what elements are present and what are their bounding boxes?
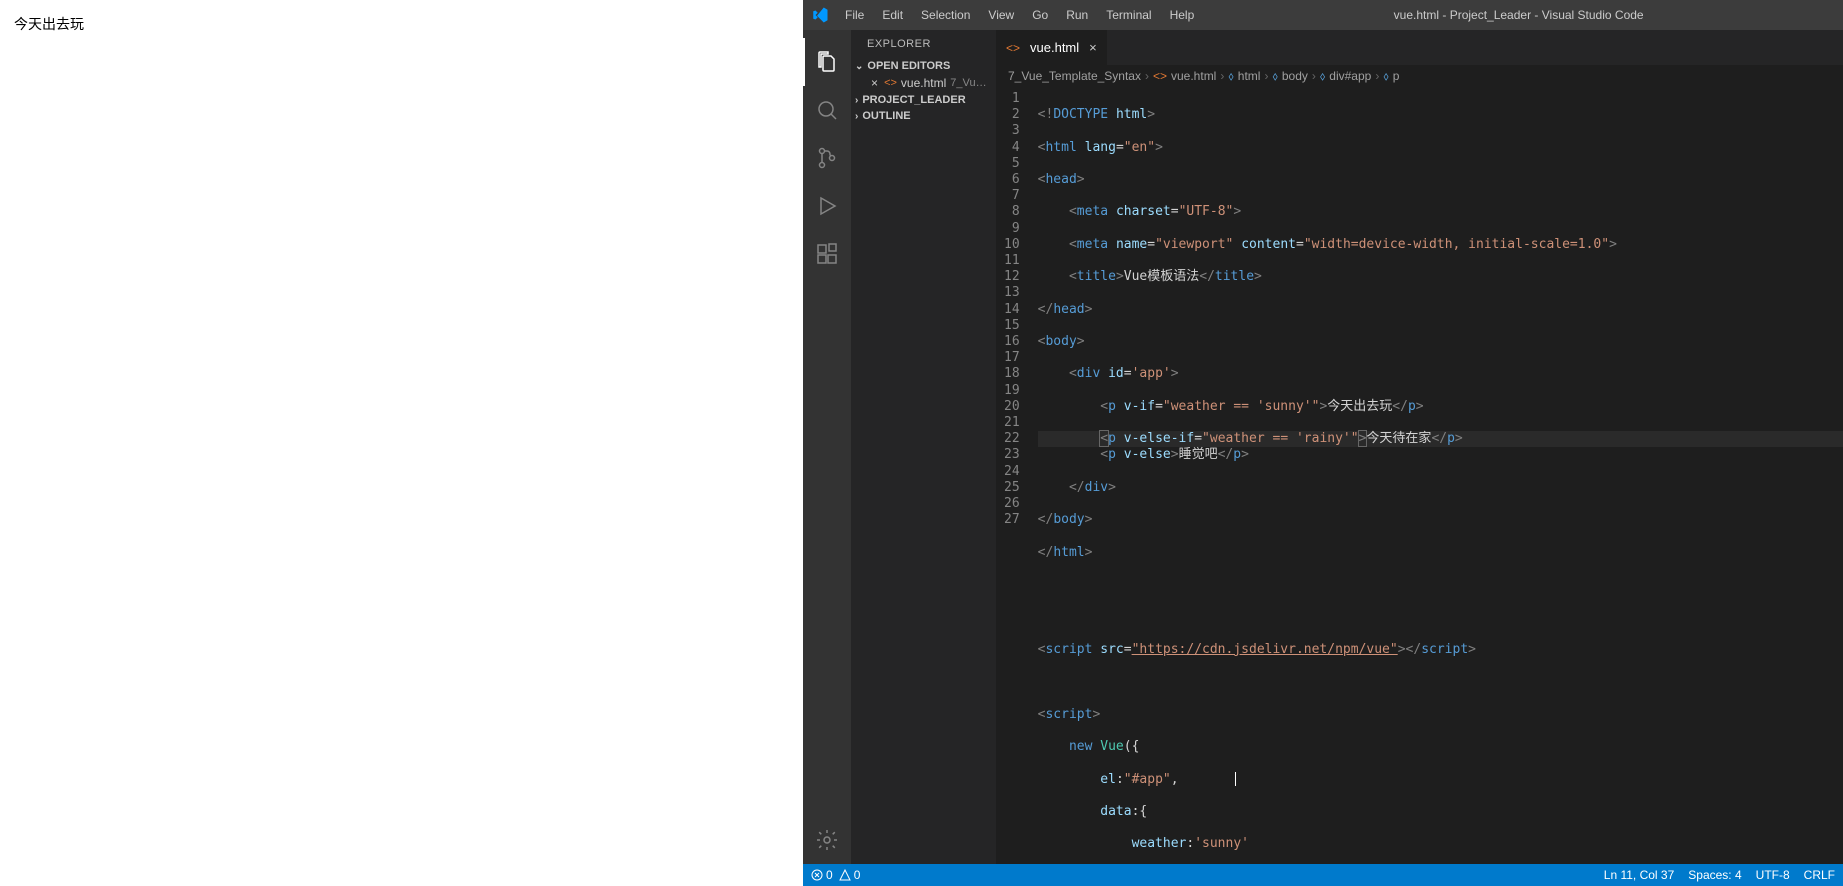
open-editor-path: 7_Vue_Te... [950,77,988,89]
activity-settings-icon[interactable] [803,816,851,864]
code-content[interactable]: <!DOCTYPE html> <html lang="en"> <head> … [1038,87,1843,864]
activity-scm-icon[interactable] [803,134,851,182]
open-editor-filename: vue.html [901,76,946,90]
tag-icon: ⬨ [1228,69,1233,84]
crumb-file: <>vue.html [1153,69,1216,83]
tab-bar: <> vue.html × [996,30,1843,65]
code-editor[interactable]: 1234567891011121314151617181920212223242… [996,87,1843,864]
crumb-folder: 7_Vue_Template_Syntax [1008,69,1141,83]
crumb-div: ⬨div#app [1320,69,1371,84]
status-ln-col[interactable]: Ln 11, Col 37 [1604,868,1675,882]
menu-go[interactable]: Go [1024,4,1056,26]
section-project[interactable]: ›PROJECT_LEADER [851,92,996,108]
crumb-html: ⬨html [1228,69,1260,84]
window-title: vue.html - Project_Leader - Visual Studi… [1202,8,1835,22]
status-spaces[interactable]: Spaces: 4 [1688,868,1741,882]
crumb-p: ⬨p [1383,69,1399,84]
menu-run[interactable]: Run [1058,4,1096,26]
status-bar: 0 0 Ln 11, Col 37 Spaces: 4 UTF-8 CRLF [803,864,1843,886]
section-open-editors[interactable]: ⌄OPEN EDITORS [851,58,996,74]
sidebar: EXPLORER ⌄OPEN EDITORS × <> vue.html 7_V… [851,30,996,864]
open-editor-item[interactable]: × <> vue.html 7_Vue_Te... [851,74,996,92]
vscode-window: File Edit Selection View Go Run Terminal… [803,0,1843,886]
menu-selection[interactable]: Selection [913,4,978,26]
menu-bar: File Edit Selection View Go Run Terminal… [837,4,1202,26]
line-numbers: 1234567891011121314151617181920212223242… [996,87,1038,864]
vscode-logo-icon [811,6,829,24]
html-file-icon: <> [884,77,897,89]
chevron-right-icon: › [855,95,858,106]
html-file-icon: <> [1153,69,1167,83]
editor-area: <> vue.html × 7_Vue_Template_Syntax› <>v… [996,30,1843,864]
menu-edit[interactable]: Edit [874,4,911,26]
sidebar-header: EXPLORER [851,30,996,58]
status-eol[interactable]: CRLF [1804,868,1835,882]
tab-vue-html[interactable]: <> vue.html × [996,30,1107,65]
tab-close-icon[interactable]: × [1089,40,1097,55]
chevron-down-icon: ⌄ [855,61,863,72]
tab-label: vue.html [1030,40,1079,55]
preview-text: 今天出去玩 [14,16,84,32]
text-cursor [1235,772,1236,786]
activity-search-icon[interactable] [803,86,851,134]
menu-help[interactable]: Help [1162,4,1203,26]
menu-view[interactable]: View [980,4,1022,26]
titlebar: File Edit Selection View Go Run Terminal… [803,0,1843,30]
status-warnings[interactable]: 0 [839,868,861,882]
status-encoding[interactable]: UTF-8 [1756,868,1790,882]
breadcrumb[interactable]: 7_Vue_Template_Syntax› <>vue.html› ⬨html… [996,65,1843,87]
activity-explorer-icon[interactable] [803,38,851,86]
status-errors[interactable]: 0 [811,868,833,882]
crumb-body: ⬨body [1272,69,1307,84]
section-outline[interactable]: ›OUTLINE [851,108,996,124]
tag-icon: ⬨ [1272,69,1277,84]
close-icon[interactable]: × [871,76,880,90]
menu-terminal[interactable]: Terminal [1098,4,1159,26]
activity-debug-icon[interactable] [803,182,851,230]
tag-icon: ⬨ [1320,69,1325,84]
menu-file[interactable]: File [837,4,872,26]
html-file-icon: <> [1006,41,1020,55]
activity-bar [803,30,851,864]
browser-preview-pane: 今天出去玩 [0,0,803,886]
activity-extensions-icon[interactable] [803,230,851,278]
chevron-right-icon: › [855,111,858,122]
tag-icon: ⬨ [1383,69,1388,84]
